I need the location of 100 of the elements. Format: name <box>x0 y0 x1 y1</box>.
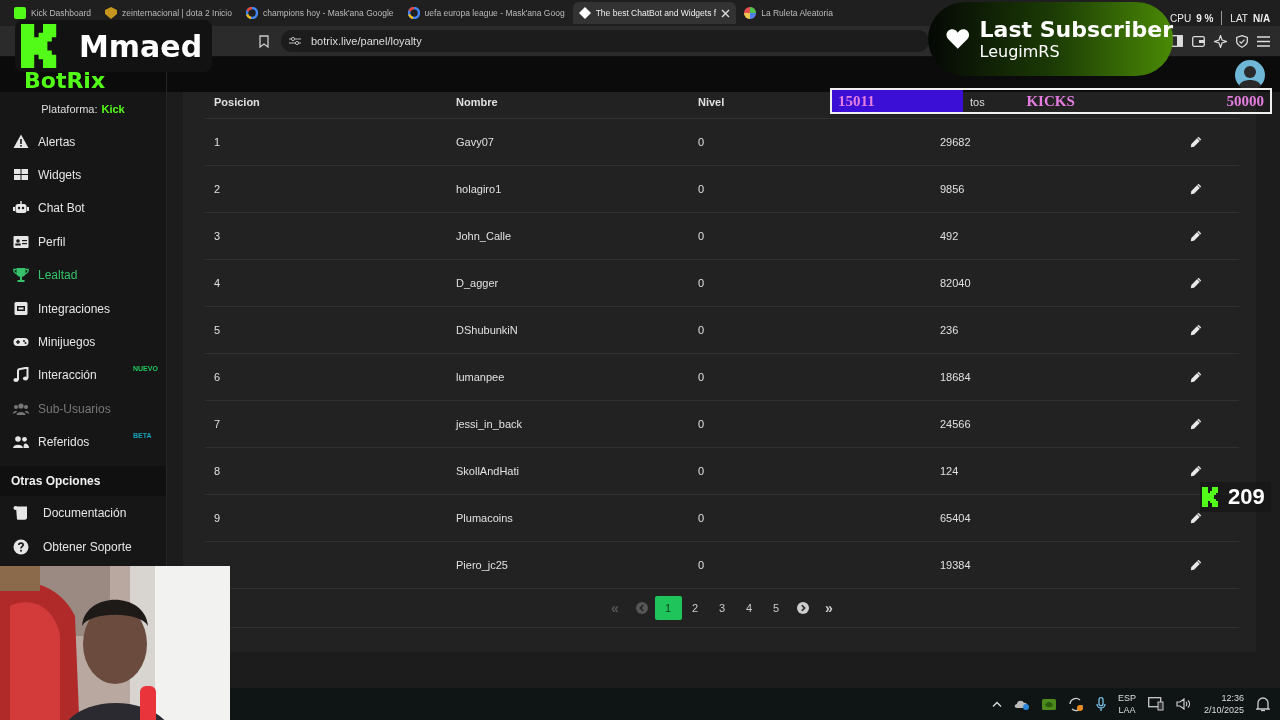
shield-icon[interactable] <box>1236 34 1248 48</box>
chevron-up-icon[interactable] <box>991 701 1002 707</box>
gpu-icon[interactable] <box>1041 698 1056 710</box>
table-cell-text: 0 <box>697 512 706 524</box>
browser-tab[interactable]: La Ruleta Aleatoria <box>738 2 839 24</box>
wallet-icon[interactable] <box>1192 35 1205 47</box>
table-cell-text: 0 <box>697 371 706 383</box>
edit-icon[interactable] <box>1190 230 1202 242</box>
column-header: Nombre <box>455 96 498 108</box>
table-cell-text: lumanpee <box>455 371 506 383</box>
sidebar-item[interactable]: Widgets <box>0 158 166 192</box>
table-cell-text: Plumacoins <box>455 512 514 524</box>
cloud-icon[interactable] <box>1013 698 1030 710</box>
warning-icon <box>13 133 29 150</box>
goal-target: 50000 <box>1226 92 1264 110</box>
follower-count: 209 <box>1228 484 1265 510</box>
browser-tab[interactable]: champions hoy - Mask'ana Google <box>239 2 400 24</box>
settings-icon[interactable] <box>289 36 301 46</box>
address-field[interactable]: botrix.live/panel/loyalty <box>281 30 929 52</box>
table-cell-text: 19384 <box>939 559 972 571</box>
sidebar-icon[interactable] <box>1171 35 1183 47</box>
stat-label: CPU <box>1170 12 1192 24</box>
sparkle-icon[interactable] <box>1214 34 1227 48</box>
language-indicator[interactable]: ESP LAA <box>1117 692 1136 716</box>
edit-icon[interactable] <box>1190 277 1202 289</box>
edit-icon[interactable] <box>1190 512 1202 524</box>
sidebar-item[interactable]: Documentación <box>0 495 166 530</box>
microphone-icon[interactable] <box>1095 696 1106 712</box>
table-cell-text: jessi_in_back <box>454 418 524 430</box>
edit-icon[interactable] <box>1190 418 1202 430</box>
bookmark-icon[interactable] <box>259 34 269 48</box>
sidebar-item[interactable]: Minijuegos <box>0 325 166 359</box>
goal-current: 15011 <box>838 92 875 110</box>
monitor-icon[interactable] <box>1147 697 1164 711</box>
user-friends-icon <box>13 434 29 451</box>
page-button[interactable]: 5 <box>762 596 790 620</box>
table-cell-text: 0 <box>697 183 706 195</box>
notification-bell-icon[interactable] <box>1256 696 1270 712</box>
sidebar-item[interactable]: Alertas <box>0 125 166 159</box>
sync-icon[interactable] <box>1067 696 1084 712</box>
sidebar-item[interactable]: Obtener Soporte <box>0 529 166 564</box>
table-cell-text: 0 <box>697 465 706 477</box>
goal-label: KICKS <box>1026 92 1075 110</box>
table-cell-text: 9 <box>213 512 222 524</box>
column-header: Posicion <box>213 96 260 108</box>
page-button[interactable]: 1 <box>654 596 682 620</box>
edit-icon[interactable] <box>1190 324 1202 336</box>
table-cell-text: 0 <box>697 559 706 571</box>
table-cell-text: 0 <box>697 277 706 289</box>
help-icon <box>13 538 29 555</box>
edit-icon[interactable] <box>1190 559 1202 571</box>
next-page-icon[interactable] <box>796 602 809 614</box>
section-heading: Otras Opciones <box>0 465 166 496</box>
page-button[interactable]: 2 <box>681 596 709 620</box>
edit-icon[interactable] <box>1190 371 1202 383</box>
platform-label: Plataforma: <box>41 103 98 115</box>
browser-tab[interactable]: uefa europa league - Mask'ana Goog <box>401 2 571 24</box>
menu-icon[interactable] <box>1257 35 1270 47</box>
sidebar-item[interactable]: Chat Bot <box>0 191 166 226</box>
edit-icon[interactable] <box>1190 183 1202 195</box>
page-button[interactable]: 3 <box>708 596 736 620</box>
column-header: tos <box>969 96 985 108</box>
table-cell-text: Piero_jc25 <box>455 559 509 571</box>
subscriber-name: LeugimRS <box>979 42 1061 61</box>
table-cell-text: John_Calle <box>455 230 513 242</box>
table-cell-text: DShubunkiN <box>455 324 519 336</box>
table-cell-text: 0 <box>697 324 706 336</box>
stat-label: LAT <box>1230 12 1248 24</box>
last-page-button[interactable]: » <box>815 596 843 620</box>
sidebar-item[interactable]: Perfil <box>0 225 166 259</box>
table-cell-text: 24566 <box>939 418 972 430</box>
diamond-icon <box>578 7 591 19</box>
table-cell-text: 1 <box>213 136 222 148</box>
sidebar-item[interactable]: Integraciones <box>0 291 166 326</box>
google-icon <box>245 7 258 19</box>
sidebar-item[interactable]: Lealtad <box>0 258 166 292</box>
avatar[interactable] <box>1235 60 1265 90</box>
browser-tab[interactable]: The best ChatBot and Widgets f <box>572 2 737 24</box>
close-icon[interactable] <box>721 8 731 18</box>
table-cell-text: 9856 <box>939 183 966 195</box>
table-cell-text: 124 <box>939 465 960 477</box>
edit-icon[interactable] <box>1190 465 1202 477</box>
stat-value: N/A <box>1252 12 1271 24</box>
table-cell-text: 2 <box>213 183 222 195</box>
table-cell-text: 0 <box>697 418 706 430</box>
music-note-icon <box>13 367 29 384</box>
table-cell-text: 492 <box>939 230 960 242</box>
id-card-icon <box>13 233 29 250</box>
page-button[interactable]: 4 <box>735 596 763 620</box>
edit-icon[interactable] <box>1190 136 1202 148</box>
kick-icon <box>14 7 26 19</box>
table-cell-text: 236 <box>939 324 960 336</box>
clock[interactable]: 12:36 2/10/2025 <box>1203 692 1244 716</box>
table-cell-text: 6 <box>213 371 222 383</box>
streamer-badge: Mmaed <box>15 20 213 72</box>
table-cell-text: 8 <box>213 465 222 477</box>
speaker-icon[interactable] <box>1175 698 1192 710</box>
column-header: Nivel <box>697 96 725 108</box>
platform-value: Kick <box>101 103 125 115</box>
trophy-icon <box>13 267 29 284</box>
